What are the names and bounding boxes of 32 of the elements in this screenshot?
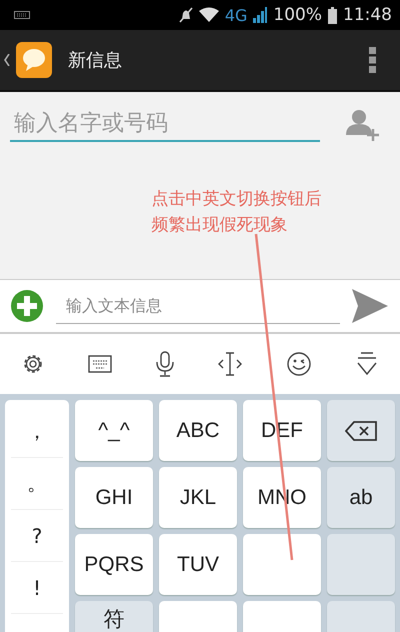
add-contact-icon[interactable] [346,107,380,141]
keyboard-key[interactable]: JKL [159,467,237,528]
backspace-key[interactable] [327,400,395,461]
keyboard-key[interactable]: 符 [75,601,153,632]
keyboard-key[interactable]: ABC [159,400,237,461]
network-type: 4G [224,6,248,24]
emoji-icon[interactable] [286,351,312,377]
battery-percent: 100% [273,5,322,25]
recipient-field[interactable]: 输入名字或号码 [10,106,320,142]
hide-keyboard-icon[interactable] [354,351,379,377]
signal-icon [253,7,268,23]
backspace-icon [345,420,377,440]
back-icon[interactable] [4,54,10,66]
microphone-icon[interactable] [154,351,175,377]
mute-icon [178,7,193,23]
keyboard-key[interactable]: PQRS [75,534,153,595]
overflow-menu-icon[interactable] [369,47,376,73]
add-icon[interactable] [10,289,44,323]
send-icon[interactable] [352,289,388,323]
battery-icon [328,6,337,24]
wifi-icon [198,7,219,23]
message-app-icon[interactable] [16,42,52,78]
layout-switch-key[interactable]: ab [327,467,395,528]
cursor-move-icon[interactable] [217,351,244,377]
keyboard-key[interactable]: TUV [159,534,237,595]
keyboard-key[interactable]: GHI [75,467,153,528]
keyboard-key[interactable]: ^_^ [75,400,153,461]
annotation-text: 点击中英文切换按钮后频繁出现假死现象 [152,188,323,237]
keyboard-icon[interactable] [88,355,112,373]
clock: 11:48 [343,5,392,25]
screen-title: 新信息 [68,49,122,72]
keyboard-icon [14,11,30,19]
